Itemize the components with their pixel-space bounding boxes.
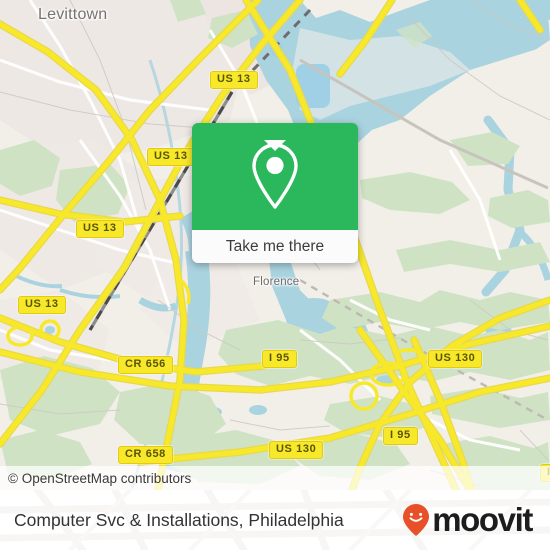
osm-attribution-text: © OpenStreetMap contributors (8, 470, 192, 486)
road-shield-cr-658[interactable]: CR 658 (118, 446, 173, 464)
road-shield-i-95-center[interactable]: I 95 (262, 350, 297, 368)
map-canvas[interactable]: Levittown Florence US 13 US 13 US 13 US … (0, 0, 550, 490)
road-shield-us-13-southwest[interactable]: US 13 (18, 296, 66, 314)
moovit-pin-smiley-icon (403, 504, 430, 536)
road-shield-cr-656[interactable]: CR 656 (118, 356, 173, 374)
osm-attribution[interactable]: © OpenStreetMap contributors (0, 466, 550, 490)
location-title: Computer Svc & Installations, Philadelph… (14, 509, 344, 530)
road-shield-us-13-west[interactable]: US 13 (76, 220, 124, 238)
road-shield-us-130-bottom[interactable]: US 130 (269, 441, 324, 459)
road-shield-us-130-right[interactable]: US 130 (428, 350, 483, 368)
popup-pointer-tail (264, 140, 286, 151)
road-shield-us-13-mid[interactable]: US 13 (147, 148, 195, 166)
road-shield-i-95-bottom[interactable]: I 95 (383, 427, 418, 445)
road-shield-us-13-north[interactable]: US 13 (210, 71, 258, 89)
moovit-logo[interactable]: moovit (402, 490, 533, 550)
map-pin-icon (252, 142, 298, 209)
take-me-there-button[interactable]: Take me there (192, 230, 358, 263)
map-screenshot: Levittown Florence US 13 US 13 US 13 US … (0, 0, 550, 550)
moovit-wordmark: moovit (432, 500, 533, 538)
bottom-info-bar: Computer Svc & Installations, Philadelph… (0, 490, 550, 550)
